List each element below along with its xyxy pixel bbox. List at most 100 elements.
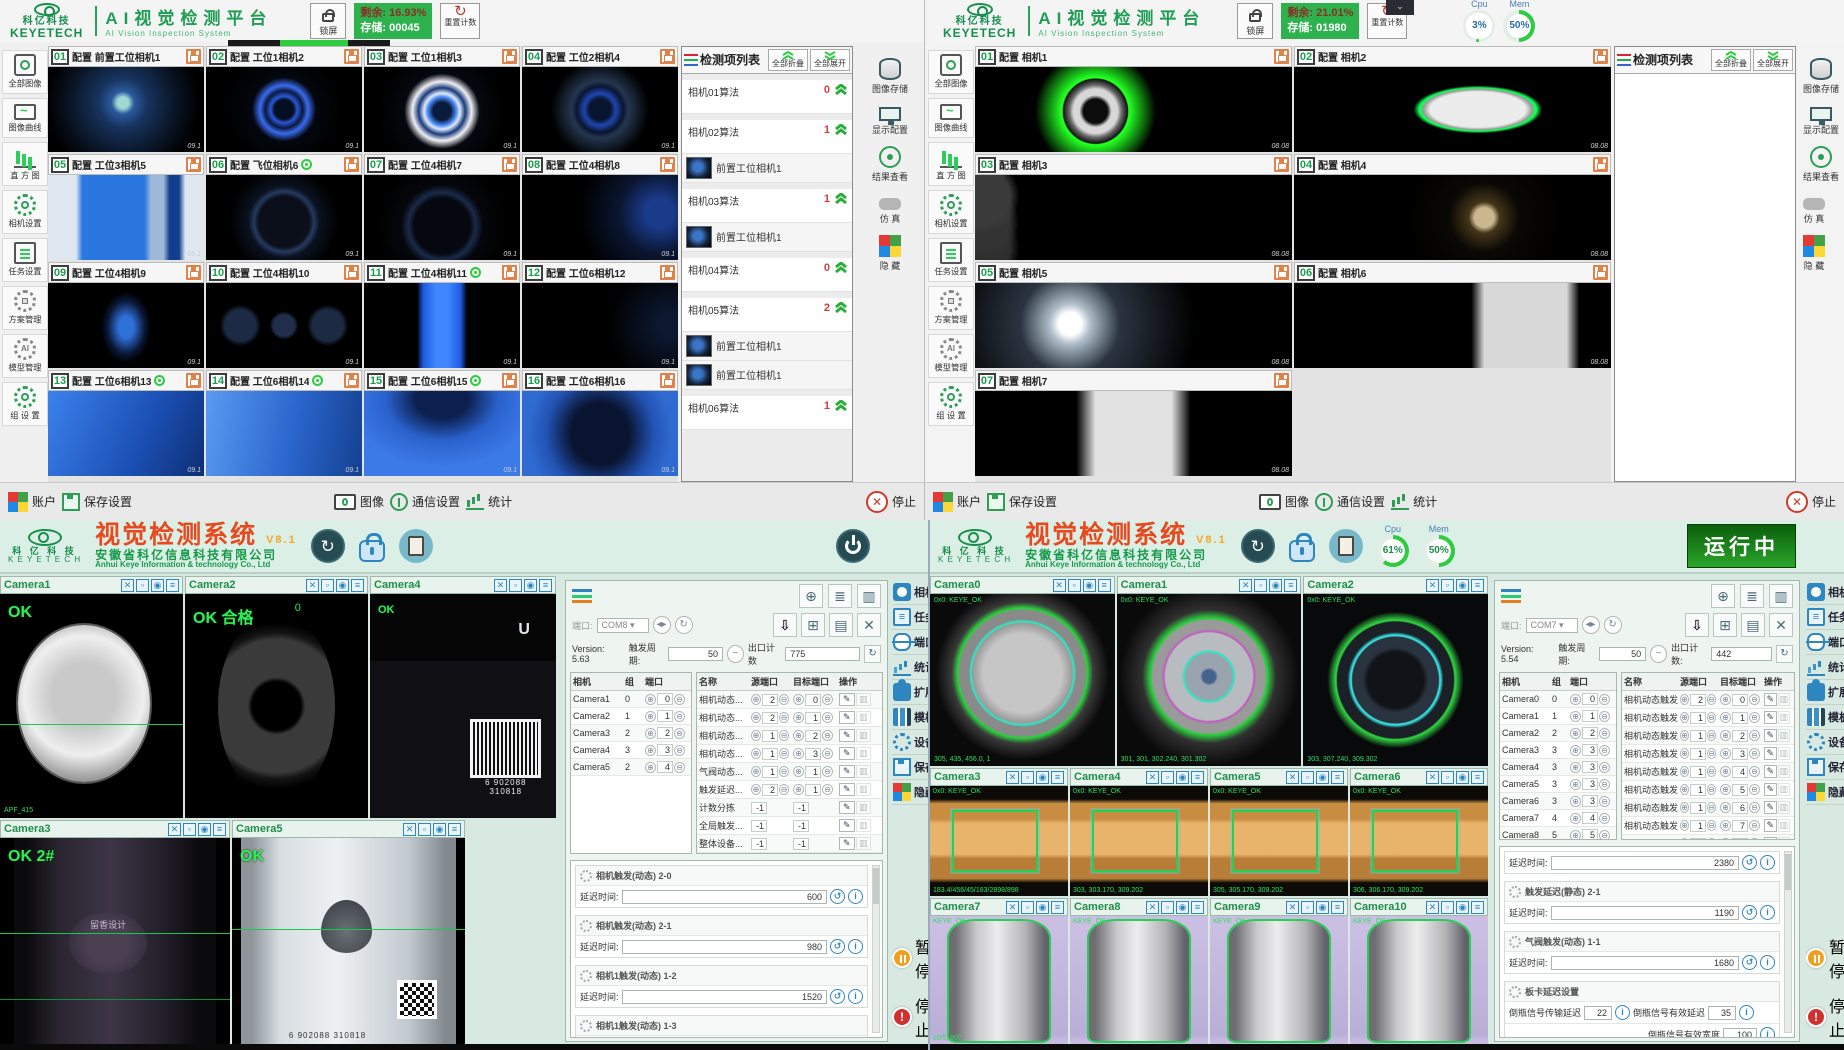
tile-icon[interactable]: ✕ <box>1426 901 1439 914</box>
tile-icon[interactable]: ≡ <box>1098 579 1111 592</box>
camera-image[interactable]: 09.1 <box>48 175 204 260</box>
tile-icon[interactable]: ▫ <box>1068 579 1081 592</box>
info-icon[interactable]: i <box>1739 1005 1754 1020</box>
sidebar-item[interactable]: 全部图像 <box>928 50 974 94</box>
camera-image[interactable]: 09.1 <box>364 175 520 260</box>
lock-icon[interactable] <box>359 540 385 562</box>
camera-thumbnail-item[interactable]: 前置工位相机1 <box>682 154 852 183</box>
table-row[interactable]: 气阀动态... ⊕1⊖ ⊕1⊖ ✎▥ <box>697 763 882 781</box>
table-row[interactable]: Camera5 2 ⊕4⊖ <box>571 759 691 776</box>
camera-image[interactable]: 09.1 <box>522 175 678 260</box>
edit-button[interactable]: ✎ <box>1764 747 1777 760</box>
add-db-button[interactable]: ⊕ <box>1711 584 1735 608</box>
list-button[interactable]: ≣ <box>828 584 852 608</box>
save-icon[interactable] <box>502 373 517 388</box>
minus-button[interactable]: − <box>1650 645 1667 663</box>
tile-icon[interactable]: ▫ <box>418 823 431 836</box>
tile-icon[interactable]: ◉ <box>1036 901 1049 914</box>
tile-icon[interactable]: ◉ <box>1316 901 1329 914</box>
remove-doc-button[interactable]: ✕ <box>1769 613 1793 637</box>
table-row[interactable]: 相机动态触发 ⊕1⊖ ⊕4⊖ ✎▥ <box>1622 763 1794 781</box>
camera-panel-1[interactable]: Camera1✕▫◉≡ OK APF_415 <box>0 576 183 818</box>
sidebar-item[interactable]: 设备 <box>1806 730 1844 755</box>
save-icon[interactable] <box>502 157 517 172</box>
tile-icon[interactable]: ✕ <box>306 579 319 592</box>
save-icon[interactable] <box>1593 49 1608 64</box>
sidebar-item[interactable]: 隐藏 <box>1806 780 1844 805</box>
info-icon[interactable]: i <box>848 889 863 904</box>
camera-image[interactable]: 09.1 <box>206 391 362 476</box>
table-row[interactable]: Camera8 5 ⊕5⊖ <box>1500 827 1616 840</box>
info-icon[interactable]: i <box>848 939 863 954</box>
camera-panel-3[interactable]: Camera3✕▫◉≡ OK 2# 留香设计 <box>0 820 230 1044</box>
tile-icon[interactable]: ▫ <box>183 823 196 836</box>
delay-input[interactable]: 600 <box>622 890 827 904</box>
camera-panel[interactable]: Camera9✕▫◉≡ KEYE_OK <box>1210 898 1348 1044</box>
stop-button[interactable]: ✕停止 <box>1786 491 1836 513</box>
camera-tile[interactable]: 12 配置 工位6相机12 09.1 <box>522 262 678 368</box>
edit-button[interactable]: ✎ <box>1764 711 1777 724</box>
table-row[interactable]: Camera6 3 ⊕3⊖ <box>1500 793 1616 810</box>
refresh-button[interactable]: ↻ <box>675 616 693 634</box>
edit-button[interactable]: ✎ <box>1764 765 1777 778</box>
table-row[interactable]: 相机动态触发 ⊕1⊖ ⊕5⊖ ✎▥ <box>1622 781 1794 799</box>
camera-image[interactable]: 09.1 <box>364 283 520 368</box>
table-row[interactable]: 整体设备... ⊕-1⊖ ⊕-1⊖ ✎▥ <box>697 835 882 853</box>
sidebar-item[interactable]: 任务 <box>892 605 928 630</box>
collapse-all-button[interactable]: 全部折叠 <box>1711 49 1751 71</box>
tile-icon[interactable]: ✕ <box>494 579 507 592</box>
table-row[interactable]: 相机动态... ⊕1⊖ ⊕2⊖ ✎▥ <box>697 727 882 745</box>
outlet-count-input[interactable]: 442 <box>1711 647 1772 661</box>
tile-icon[interactable]: ◉ <box>151 579 164 592</box>
camera-image[interactable]: 09.1 <box>206 175 362 260</box>
camera-tile[interactable]: 02 配置 相机2 08.08 <box>1294 46 1611 152</box>
save-icon[interactable] <box>186 157 201 172</box>
strip-item[interactable]: 显示配置 <box>1803 105 1839 136</box>
save-icon[interactable] <box>344 373 359 388</box>
tile-icon[interactable]: ✕ <box>1426 771 1439 784</box>
collapse-chevron-icon[interactable] <box>834 124 848 136</box>
collapse-chevron-icon[interactable] <box>834 84 848 96</box>
tile-icon[interactable]: ▫ <box>1441 771 1454 784</box>
sidebar-item[interactable]: 相机 <box>1806 580 1844 605</box>
edit-button[interactable]: ✎ <box>839 765 855 778</box>
camera-tile[interactable]: 09 配置 工位4相机9 09.1 <box>48 262 204 368</box>
camera-tile[interactable]: 04 配置 工位2相机4 09.1 <box>522 46 678 152</box>
sidebar-item[interactable]: 相机设置 <box>2 190 48 234</box>
tile-icon[interactable]: ◉ <box>1456 771 1469 784</box>
camera-tile[interactable]: 01 配置 前置工位相机1 09.1 <box>48 46 204 152</box>
camera-image[interactable]: 08.08 <box>975 175 1292 260</box>
menu-icon[interactable] <box>572 589 592 603</box>
comm-settings-button[interactable]: 通信设置 <box>1315 493 1385 511</box>
camera-tile[interactable]: 01 配置 相机1 08.08 <box>975 46 1292 152</box>
table-row[interactable]: 相机动态触发 ⊕1⊖ ⊕6⊖ ✎▥ <box>1622 799 1794 817</box>
camera-image[interactable]: 09.1 <box>206 67 362 152</box>
delay-input[interactable]: 980 <box>622 940 827 954</box>
tile-icon[interactable]: ▫ <box>1161 901 1174 914</box>
sync-icon[interactable]: ↻ <box>1241 529 1275 563</box>
tile-icon[interactable]: ≡ <box>1471 771 1484 784</box>
play-button[interactable]: ◂▸ <box>653 616 671 634</box>
tile-icon[interactable]: ≡ <box>1471 579 1484 592</box>
edit-button[interactable]: ✎ <box>839 693 855 706</box>
camera-panel-4[interactable]: Camera4✕▫◉≡ OK U 6 902088 310818 <box>370 576 556 818</box>
refresh-count-button[interactable]: ↻ <box>864 645 881 663</box>
save-icon[interactable] <box>344 265 359 280</box>
tile-icon[interactable]: ▫ <box>1021 771 1034 784</box>
tile-icon[interactable]: ▫ <box>1441 579 1454 592</box>
doc-button[interactable]: ▤ <box>1741 613 1765 637</box>
tile-icon[interactable]: ✕ <box>1426 579 1439 592</box>
menu-icon[interactable] <box>1501 589 1521 603</box>
tile-icon[interactable]: ◉ <box>1456 579 1469 592</box>
sidebar-item[interactable]: 组 设 置 <box>928 382 974 426</box>
tile-icon[interactable]: ▫ <box>1161 771 1174 784</box>
sidebar-item[interactable]: 端口 <box>892 630 928 655</box>
tile-icon[interactable]: ≡ <box>1051 771 1064 784</box>
collapse-all-button[interactable]: 全部折叠 <box>768 49 808 71</box>
edit-button[interactable]: ✎ <box>1764 729 1777 742</box>
sidebar-item[interactable]: 设备 <box>892 730 928 755</box>
save-icon[interactable] <box>1274 265 1289 280</box>
scrollbar[interactable] <box>872 865 880 1033</box>
camera-tile[interactable]: 02 配置 工位1相机2 09.1 <box>206 46 362 152</box>
trigger-period-input[interactable]: 50 <box>668 647 723 661</box>
